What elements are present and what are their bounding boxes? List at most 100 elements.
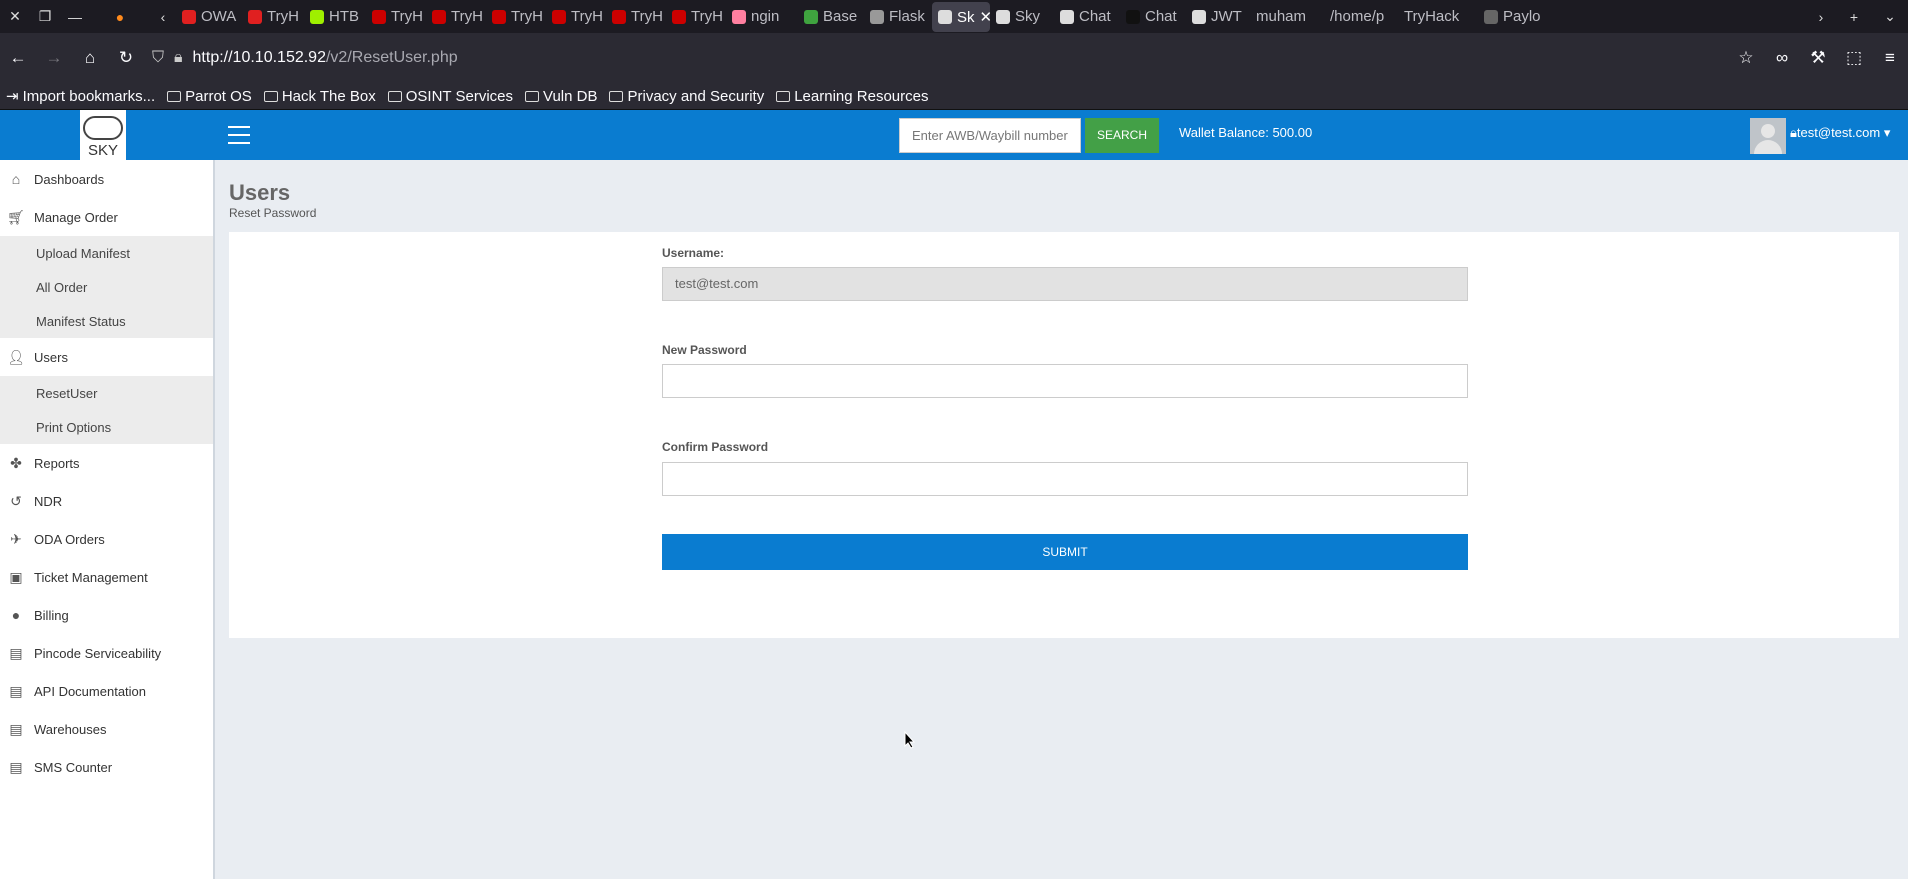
tab-favicon-icon bbox=[552, 9, 566, 24]
list-tabs-icon[interactable]: ⌄ bbox=[1872, 0, 1908, 33]
forward-icon[interactable]: → bbox=[36, 40, 72, 76]
browser-tab[interactable]: Chat bbox=[1120, 0, 1186, 33]
confirm-password-field[interactable] bbox=[662, 462, 1468, 496]
browser-tab[interactable]: /home/p bbox=[1324, 0, 1398, 33]
tab-label: muham bbox=[1256, 8, 1307, 25]
sidebar-item-dashboards[interactable]: ⌂ Dashboards bbox=[0, 160, 213, 198]
browser-tab[interactable]: JWT bbox=[1186, 0, 1250, 33]
browser-tab[interactable]: Paylo bbox=[1478, 0, 1548, 33]
folder-icon bbox=[263, 90, 278, 102]
browser-tab-bar: ✕ ❐ — ● ‹ OWA TryH HTB TryH TryH TryH TryH TryH… bbox=[0, 0, 1908, 33]
bookmark-privacy-security[interactable]: Privacy and Security bbox=[609, 88, 764, 105]
sidebar-subitem-print-options[interactable]: Print Options bbox=[0, 410, 213, 444]
shield-icon: ⛉ bbox=[152, 49, 165, 66]
browser-tab[interactable]: TryH bbox=[242, 0, 304, 33]
reload-icon[interactable]: ↻ bbox=[108, 40, 144, 76]
browser-tab[interactable]: TryH bbox=[486, 0, 546, 33]
tab-favicon-icon bbox=[804, 9, 818, 24]
close-window-icon[interactable]: ✕ bbox=[0, 0, 30, 33]
sidebar-subitem-manifest-status[interactable]: Manifest Status bbox=[0, 304, 213, 338]
sidebar-item-ticket-management[interactable]: ▣ Ticket Management bbox=[0, 558, 213, 596]
sidebar-item-label: Pincode Serviceability bbox=[34, 645, 162, 661]
sidebar-item-oda-orders[interactable]: ✈ ODA Orders bbox=[0, 520, 213, 558]
private-mask-icon[interactable]: ∞ bbox=[1764, 40, 1800, 76]
new-password-field[interactable] bbox=[662, 364, 1468, 398]
menu-icon[interactable]: ≡ bbox=[1872, 40, 1908, 76]
sidebar-item-manage-order[interactable]: 🛒︎ Manage Order bbox=[0, 198, 213, 236]
browser-tab[interactable]: OWA bbox=[176, 0, 242, 33]
back-icon[interactable]: ← bbox=[0, 40, 36, 76]
minimize-window-icon[interactable]: — bbox=[60, 0, 90, 33]
bookmark-vuln-db[interactable]: Vuln DB bbox=[525, 88, 597, 105]
browser-tab[interactable]: TryH bbox=[426, 0, 486, 33]
tab-favicon-icon bbox=[248, 9, 262, 24]
tab-scroll-right-icon[interactable]: › bbox=[1806, 0, 1836, 33]
sidebar-item-ndr[interactable]: ↺ NDR bbox=[0, 482, 213, 520]
url-path: /v2/ResetUser.php bbox=[325, 49, 458, 66]
browser-tab[interactable]: TryH bbox=[546, 0, 606, 33]
browser-tab[interactable]: TryH bbox=[606, 0, 666, 33]
bookmark-hack-the-box[interactable]: Hack The Box bbox=[263, 88, 376, 105]
bookmark-osint-services[interactable]: OSINT Services bbox=[387, 88, 513, 105]
extensions-icon[interactable]: ⬚ bbox=[1836, 40, 1872, 76]
tab-favicon-icon bbox=[432, 9, 446, 24]
bookmark-star-icon[interactable]: ☆ bbox=[1728, 40, 1764, 76]
tab-label: Chat bbox=[1079, 8, 1111, 25]
tab-label: Sky bbox=[1015, 8, 1041, 25]
tab-label: Flask bbox=[889, 8, 925, 25]
sidebar-item-sms-counter[interactable]: ▤ SMS Counter bbox=[0, 748, 213, 786]
browser-tab[interactable]: muham bbox=[1250, 0, 1324, 33]
sidebar-item-reports[interactable]: ✤ Reports bbox=[0, 444, 213, 482]
bookmark-parrot-os[interactable]: Parrot OS bbox=[167, 88, 252, 105]
sidebar-subitem-resetuser[interactable]: ResetUser bbox=[0, 376, 213, 410]
folder-icon bbox=[609, 90, 624, 102]
restore-window-icon[interactable]: ❐ bbox=[30, 0, 60, 33]
sidebar-subitem-all-order[interactable]: All Order bbox=[0, 270, 213, 304]
browser-tab[interactable]: Flask bbox=[864, 0, 932, 33]
browser-tab[interactable]: TryH bbox=[666, 0, 726, 33]
sidebar-item-warehouses[interactable]: ▤ Warehouses bbox=[0, 710, 213, 748]
search-button[interactable]: SEARCH bbox=[1085, 118, 1159, 153]
tab-label: HTB bbox=[329, 8, 359, 25]
navigation-toolbar: ← → ⌂ ↻ ⛉ 🔒︎ http://10.10.152.92/v2/Rese… bbox=[0, 33, 1908, 83]
sidebar-item-api-documentation[interactable]: ▤ API Documentation bbox=[0, 672, 213, 710]
sidebar-item-users[interactable]: 👤︎ Users bbox=[0, 338, 213, 376]
address-bar[interactable]: ⛉ 🔒︎ http://10.10.152.92/v2/ResetUser.ph… bbox=[152, 40, 1728, 76]
wrench-icon[interactable]: ⚒ bbox=[1800, 40, 1836, 76]
browser-tab[interactable]: Sky bbox=[990, 0, 1054, 33]
home-icon[interactable]: ⌂ bbox=[72, 40, 108, 76]
tab-label: TryH bbox=[691, 8, 723, 25]
awb-search-input[interactable]: Enter AWB/Waybill number bbox=[899, 118, 1081, 153]
undo-icon: ↺ bbox=[10, 492, 22, 509]
tab-label: Base bbox=[823, 8, 858, 25]
sidebar-item-billing[interactable]: ● Billing bbox=[0, 596, 213, 634]
sidebar-item-label: Ticket Management bbox=[34, 569, 148, 585]
user-menu[interactable]: 🔒︎test@test.com ▾ bbox=[1790, 125, 1890, 141]
url-host: http://10.10.152.92 bbox=[192, 49, 326, 66]
new-tab-icon[interactable]: + bbox=[1836, 0, 1872, 33]
browser-tab[interactable]: TryHack bbox=[1398, 0, 1478, 33]
bookmark-learning-resources[interactable]: Learning Resources bbox=[776, 88, 928, 105]
browser-tab[interactable]: Chat bbox=[1054, 0, 1120, 33]
tab-favicon-icon bbox=[1126, 9, 1140, 24]
sky-logo[interactable]: SKY bbox=[80, 110, 126, 160]
sidebar-subitem-upload-manifest[interactable]: Upload Manifest bbox=[0, 236, 213, 270]
fan-icon: ✤ bbox=[10, 454, 22, 471]
tab-scroll-left-icon[interactable]: ‹ bbox=[150, 0, 176, 33]
browser-tab[interactable]: HTB bbox=[304, 0, 366, 33]
briefcase-icon: ▤ bbox=[9, 644, 23, 661]
sidebar-item-pincode-serviceability[interactable]: ▤ Pincode Serviceability bbox=[0, 634, 213, 672]
firefox-icon[interactable]: ● bbox=[90, 0, 150, 33]
bookmark-import[interactable]: ⇥ Import bookmarks... bbox=[6, 87, 155, 106]
hamburger-menu-icon[interactable] bbox=[228, 126, 250, 144]
browser-tab[interactable]: Base bbox=[798, 0, 864, 33]
submit-button[interactable]: SUBMIT bbox=[662, 534, 1468, 570]
close-tab-icon[interactable]: ✕ bbox=[980, 8, 990, 26]
tab-label: TryH bbox=[631, 8, 663, 25]
browser-tab[interactable]: ngin bbox=[726, 0, 798, 33]
avatar[interactable] bbox=[1750, 118, 1786, 154]
browser-tab[interactable]: Sk ✕ bbox=[932, 2, 990, 32]
sidebar-item-label: API Documentation bbox=[34, 683, 147, 699]
browser-tab[interactable]: TryH bbox=[366, 0, 426, 33]
sidebar-item-label: Dashboards bbox=[34, 171, 105, 187]
